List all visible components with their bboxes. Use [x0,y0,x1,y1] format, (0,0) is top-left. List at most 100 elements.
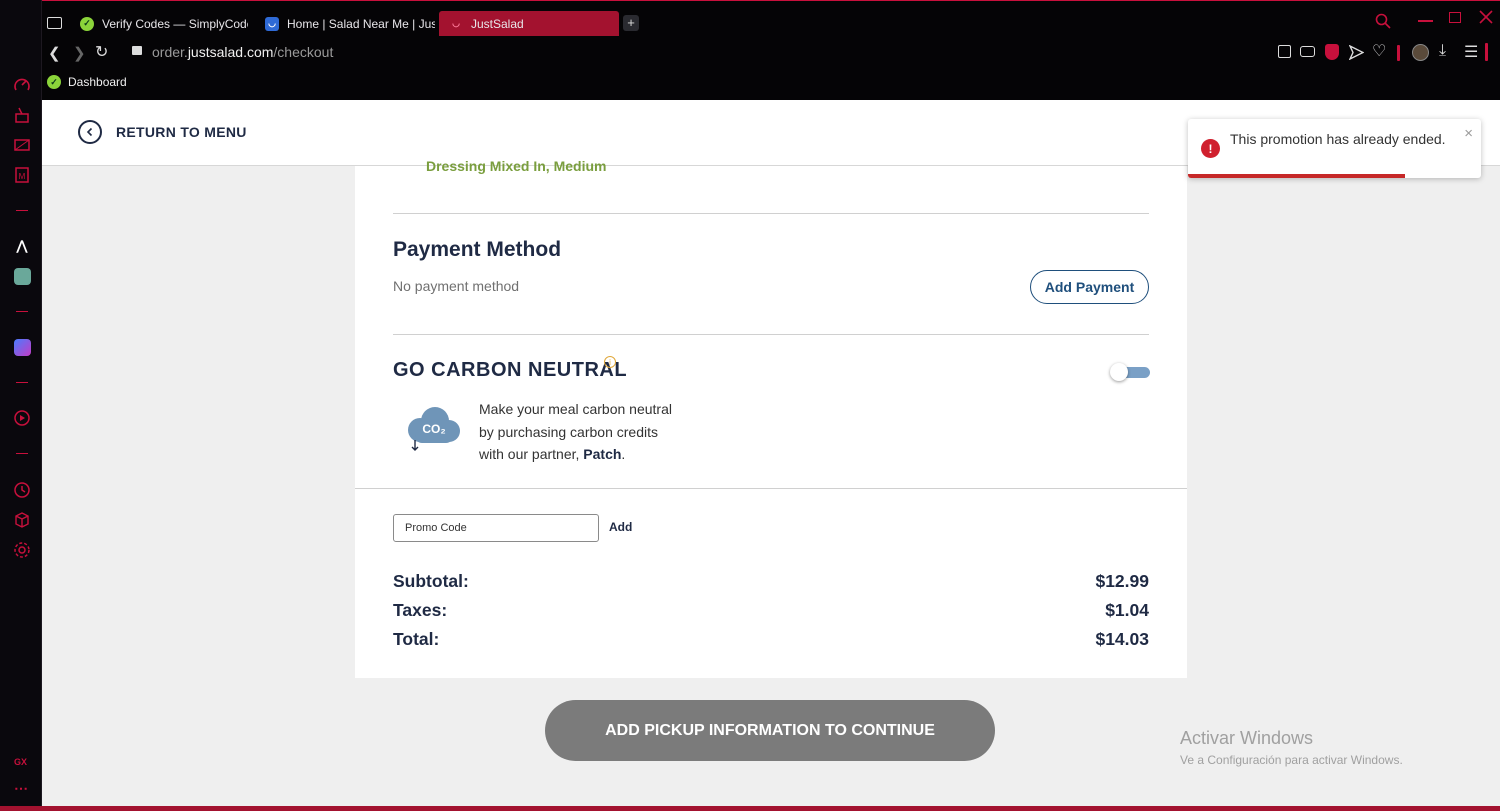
snapshot-edit-icon[interactable] [1278,45,1291,58]
co2-label: CO₂ [422,422,445,436]
forward-icon[interactable]: ❯ [73,44,86,62]
promotion-ended-toast: ! This promotion has already ended. × [1188,119,1481,178]
bookmark-dashboard[interactable]: ✓ Dashboard [47,75,127,89]
sidebar-divider [16,453,28,454]
subtotal-value: $12.99 [1095,571,1149,591]
error-icon: ! [1201,139,1220,158]
justsalad-home-favicon-icon: ◡ [265,16,279,31]
twitch-icon[interactable]: ⋀ [12,236,32,256]
taxes-row: Taxes: $1.04 [393,600,1149,621]
gx-corner-icon[interactable] [12,135,32,155]
simplycodes-favicon-icon: ✓ [47,75,61,89]
tab-title: JustSalad [471,16,524,31]
cart-item-detail: Dressing Mixed In, Medium [426,158,607,174]
close-window-icon[interactable] [1479,10,1493,24]
player-icon[interactable]: M [12,165,32,185]
info-icon[interactable]: i [604,356,616,368]
messenger-icon[interactable] [12,337,32,357]
sidebar-divider [16,311,28,312]
profile-avatar[interactable] [1412,44,1429,61]
separator-icon [1397,45,1400,61]
gx-control-icon[interactable] [12,105,32,125]
total-label: Total: [393,629,440,649]
sidebar-toggle-icon[interactable] [1485,43,1488,61]
send-icon[interactable] [1349,45,1364,60]
tab-justsalad-home[interactable]: ◡ Home | Salad Near Me | Just Salad [255,11,435,36]
minimize-window-icon[interactable] [1418,20,1433,22]
player-play-icon[interactable] [12,408,32,428]
bookmark-label: Dashboard [68,75,127,89]
bookmarks-bar: ✓ Dashboard [42,68,1500,100]
desc-line-2: by purchasing carbon credits [479,423,658,440]
reload-icon[interactable]: ↻ [95,42,108,62]
history-icon[interactable] [12,480,32,500]
sidebar-divider [16,382,28,383]
address-bar: ❮ ❯ ↻ order.justsalad.com/checkout ♡ ⤓ ☰ [42,38,1500,68]
url-subdomain: order. [152,44,188,60]
restore-window-icon[interactable] [1449,12,1461,23]
new-tab-button[interactable]: + [623,15,639,31]
extensions-cube-icon[interactable] [12,510,32,530]
chatgpt-icon[interactable] [12,266,32,286]
taxes-label: Taxes: [393,600,448,620]
back-icon[interactable]: ❮ [48,44,61,62]
carbon-neutral-toggle[interactable] [1110,363,1150,381]
desc-line-1: Make your meal carbon neutral [479,401,672,417]
justsalad-favicon-icon: ◡ [452,18,460,28]
carbon-neutral-description: Make your meal carbon neutral by purchas… [479,398,719,466]
divider [355,488,1187,489]
desc-line-3: with our partner, Patch. [479,443,719,466]
sidebar-divider [16,210,28,211]
tab-title: Verify Codes — SimplyCodes [102,16,248,31]
co2-cloud-icon: CO₂ [408,407,460,451]
close-icon[interactable]: × [1464,125,1473,142]
windows-activation-watermark: Activar Windows Ve a Configuración para … [1180,728,1403,767]
tab-title: Home | Salad Near Me | Just Salad [287,16,435,31]
more-icon[interactable]: ⋯ [14,780,28,797]
url-path: /checkout [273,44,334,60]
total-row: Total: $14.03 [393,629,1149,650]
divider [393,334,1149,335]
carbon-neutral-title: GO CARBON NEUTRAL [393,359,628,381]
url-domain: justsalad.com [187,44,274,60]
checkout-page: RETURN TO MENU Dressing Mixed In, Medium… [42,100,1500,806]
download-icon[interactable]: ⤓ [1439,42,1446,60]
subtotal-row: Subtotal: $12.99 [393,571,1149,592]
browser-sidebar: M ⋀ GX ⋯ [0,0,42,811]
gx-speed-dial-icon[interactable] [12,75,32,95]
patch-partner-name: Patch [583,446,622,462]
vpn-shield-icon[interactable] [1325,44,1339,60]
promo-code-input[interactable] [393,514,599,542]
search-tabs-icon[interactable] [1375,13,1391,29]
camera-icon[interactable] [1300,46,1315,57]
url-field[interactable]: order.justsalad.com/checkout [152,44,333,60]
gx-badge[interactable]: GX [14,757,27,767]
add-pickup-info-button[interactable]: ADD PICKUP INFORMATION TO CONTINUE [545,700,995,761]
payment-method-title: Payment Method [393,238,562,261]
desc-line-3-suffix: . [621,446,626,462]
toast-message: This promotion has already ended. [1230,131,1446,147]
tab-islands-icon[interactable] [47,17,62,29]
toast-progress-bar [1188,174,1405,178]
watermark-subtitle: Ve a Configuración para activar Windows. [1180,753,1403,767]
simplycodes-favicon-icon: ✓ [80,16,94,31]
return-to-menu-label: RETURN TO MENU [116,124,247,140]
chevron-left-icon [78,120,102,144]
taskbar-strip [0,806,1500,811]
return-to-menu-button[interactable]: RETURN TO MENU [78,120,247,144]
checkout-card: Dressing Mixed In, Medium Payment Method… [355,158,1187,678]
watermark-title: Activar Windows [1180,728,1314,748]
tab-bar: ✓ Verify Codes — SimplyCodes ◡ Home | Sa… [0,0,1500,42]
heart-icon[interactable]: ♡ [1372,41,1386,61]
promo-add-button[interactable]: Add [609,520,632,534]
easy-setup-icon[interactable]: ☰ [1464,42,1478,62]
toggle-knob [1110,363,1128,381]
taxes-value: $1.04 [1105,600,1149,620]
settings-gear-icon[interactable] [12,540,32,560]
lock-icon[interactable] [132,46,142,55]
tab-simplycodes[interactable]: ✓ Verify Codes — SimplyCodes [70,11,248,36]
desc-line-3-prefix: with our partner, [479,446,584,462]
add-payment-button[interactable]: Add Payment [1030,270,1149,304]
tab-justsalad-active[interactable]: ◡ JustSalad [439,11,619,36]
payment-method-status: No payment method [393,278,520,294]
